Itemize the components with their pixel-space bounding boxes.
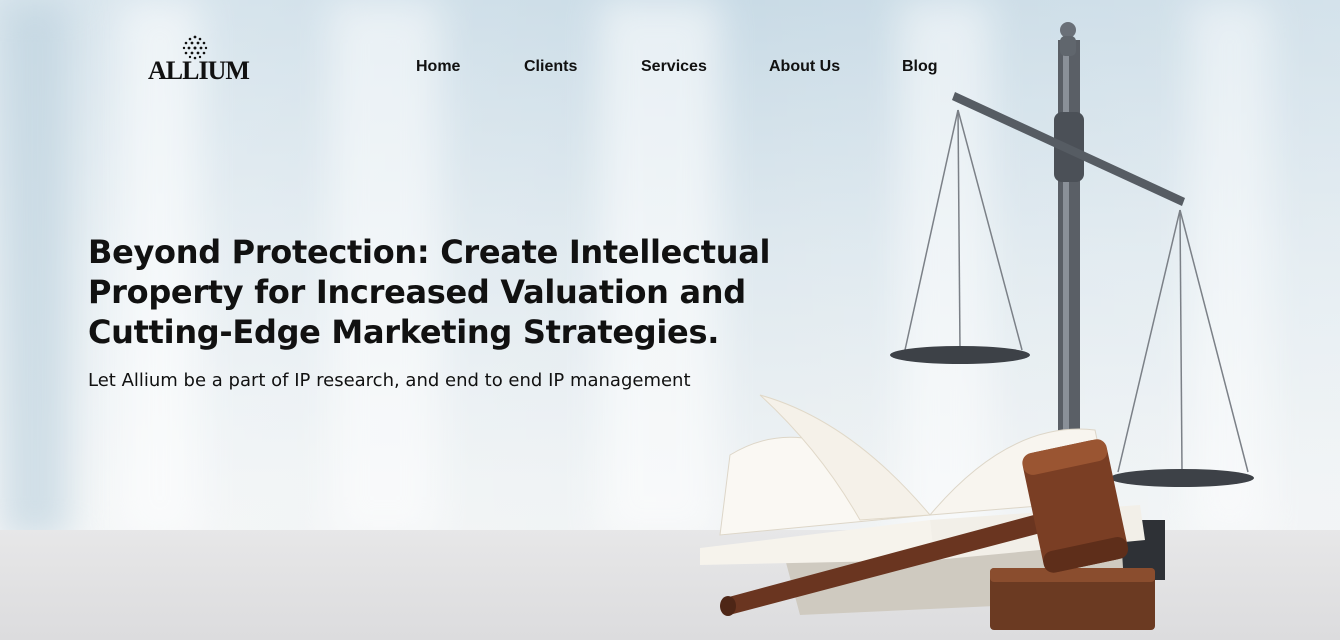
scale-finial-base (1060, 36, 1076, 56)
brand-logo[interactable]: ALLIUM (148, 34, 250, 85)
brand-name: ALLIUM (148, 56, 250, 85)
scale-finial (1060, 22, 1076, 38)
nav-link-home[interactable]: Home (416, 58, 460, 76)
nav-link-clients[interactable]: Clients (524, 58, 577, 76)
gavel-sound-block-top (990, 568, 1155, 582)
right-scale-pan (1110, 469, 1254, 487)
scale-pole-highlight (1063, 40, 1069, 440)
gavel-handle-end (720, 596, 736, 616)
nav-link-about-us[interactable]: About Us (769, 58, 840, 76)
nav-link-services[interactable]: Services (641, 58, 707, 76)
left-scale-pan (890, 346, 1030, 364)
hero-subheading: Let Allium be a part of IP research, and… (88, 370, 691, 391)
hero-headline: Beyond Protection: Create Intellectual P… (88, 233, 771, 351)
right-pan-chains (1117, 209, 1249, 473)
nav-link-blog[interactable]: Blog (902, 58, 938, 76)
left-pan-chains (904, 109, 1023, 351)
hero-section: ALLIUM Home Clients Services About Us Bl… (0, 0, 1340, 640)
